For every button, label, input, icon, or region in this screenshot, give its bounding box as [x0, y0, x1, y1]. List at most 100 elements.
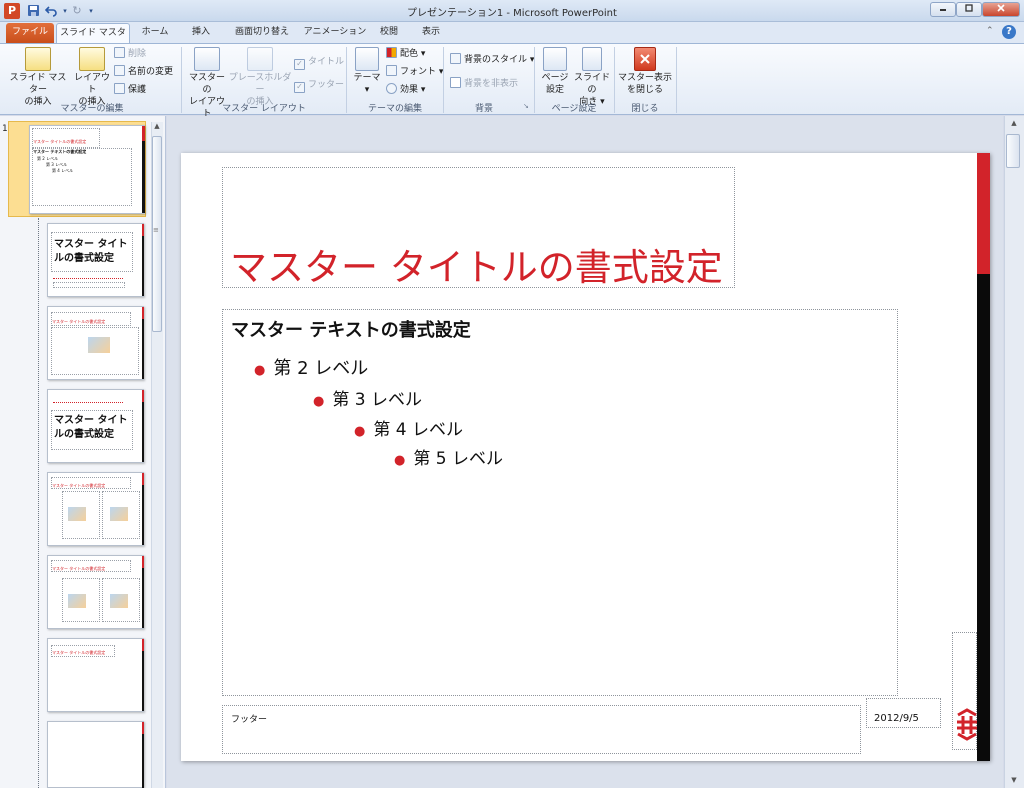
thumb-subtitle-placeholder [53, 282, 125, 288]
footer-placeholder[interactable] [222, 705, 861, 754]
thumb-title-text: マスター タイトルの書式設定 [54, 239, 128, 264]
thumb-title-placeholder [32, 128, 100, 148]
rename-icon [114, 65, 125, 76]
body-level-4[interactable]: ● 第 4 レベル [354, 415, 463, 440]
master-layout-icon [194, 47, 220, 71]
thumb-content-icons [68, 507, 86, 521]
body-level-3[interactable]: ● 第 3 レベル [313, 385, 422, 410]
slide-scrollbar[interactable] [1004, 116, 1024, 788]
body-level-5[interactable]: ● 第 5 レベル [394, 444, 503, 469]
tab-slide-master[interactable]: スライド マスター [56, 23, 130, 57]
thumb-black-bar [142, 734, 144, 788]
slide-black-accent-bar [977, 274, 990, 761]
group-label-page-setup: ページ設定 [551, 104, 597, 114]
scroll-up-arrow-icon[interactable]: ▲ [1007, 119, 1021, 127]
bullet-icon: ● [354, 424, 366, 439]
themes-button[interactable]: テーマ ▾ [350, 47, 384, 96]
thumb-subtitle-placeholder [53, 276, 123, 279]
tab-animations[interactable]: アニメーション [302, 23, 368, 43]
thumb-title-text: マスター タイトルの書式設定 [52, 483, 106, 488]
maximize-button[interactable] [956, 2, 982, 17]
slide-scrollbar-thumb[interactable] [1006, 134, 1020, 168]
thumb-black-bar [142, 319, 144, 379]
group-separator [614, 47, 615, 113]
background-styles-icon [450, 53, 461, 64]
preserve-button[interactable]: 保護 [114, 82, 146, 98]
thumbnail-comparison-layout[interactable]: マスター タイトルの書式設定 [47, 555, 144, 629]
thumb-black-bar [142, 651, 144, 711]
group-label-background: 背景 [474, 104, 493, 114]
group-separator [534, 47, 535, 113]
footer-text[interactable]: フッター [231, 712, 267, 725]
tab-file[interactable]: ファイル [6, 23, 54, 43]
thumbnail-title-only-layout[interactable]: マスター タイトルの書式設定 [47, 638, 144, 712]
colors-button[interactable]: 配色 ▾ [386, 46, 425, 62]
slide-number: 1 [2, 124, 8, 134]
tab-home[interactable]: ホーム [134, 23, 176, 43]
insert-placeholder-button[interactable]: プレースホルダー の挿入 [228, 47, 292, 108]
insert-layout-button[interactable]: レイアウト の挿入 [70, 47, 114, 108]
checkbox-checked-icon: ✓ [294, 59, 305, 70]
close-master-view-button[interactable]: マスター表示 を閉じる [616, 47, 674, 96]
title-checkbox[interactable]: ✓ タイトル [294, 54, 344, 70]
tab-review[interactable]: 校閲 [372, 23, 406, 43]
slide-red-accent-bar [977, 153, 990, 274]
collapse-ribbon-icon[interactable]: ⌃ [986, 26, 994, 36]
tab-insert[interactable]: 挿入 [180, 23, 222, 43]
body-level-2[interactable]: ● 第 2 レベル [254, 354, 368, 380]
background-styles-button[interactable]: 背景のスタイル ▾ [450, 52, 534, 68]
page-setup-button[interactable]: ページ 設定 [538, 47, 572, 96]
insert-slide-master-button[interactable]: スライド マスター の挿入 [8, 47, 68, 108]
thumbnail-title-layout[interactable]: マスター タイトルの書式設定 [47, 223, 144, 297]
thumbnail-two-content-layout[interactable]: マスター タイトルの書式設定 [47, 472, 144, 546]
hide-background-checkbox[interactable]: 背景を非表示 [450, 76, 518, 92]
slide-title-text[interactable]: マスター タイトルの書式設定 [230, 237, 723, 291]
group-label-master-edit: マスターの編集 [60, 104, 124, 114]
thumbnail-blank-layout[interactable] [47, 721, 144, 788]
scroll-up-arrow-icon[interactable]: ▲ [150, 122, 164, 130]
thumb-title-text: マスター タイトルの書式設定 [33, 139, 87, 144]
thumb-red-bar [142, 390, 144, 402]
thumbnail-scrollbar-thumb[interactable] [152, 136, 162, 332]
thumb-body-text: マスター テキストの書式設定 [33, 149, 87, 154]
colors-icon [386, 47, 397, 58]
slide-orientation-button[interactable]: スライドの 向き ▾ [572, 47, 612, 108]
fonts-icon [386, 65, 397, 76]
thumb-black-bar [142, 568, 144, 628]
rename-button[interactable]: 名前の変更 [114, 64, 173, 80]
checkbox-icon [450, 77, 461, 88]
group-label-edit-theme: テーマの編集 [367, 104, 422, 114]
help-icon[interactable]: ? [1002, 25, 1016, 39]
bullet-icon: ● [313, 394, 325, 409]
thumb-title-text: マスター タイトルの書式設定 [52, 319, 106, 324]
minimize-button[interactable] [930, 2, 956, 17]
thumb-red-bar [142, 126, 145, 141]
scroll-down-arrow-icon[interactable]: ▼ [1007, 776, 1021, 784]
thumb-title-text: マスター タイトルの書式設定 [54, 415, 128, 440]
date-text[interactable]: 2012/9/5 [874, 713, 919, 724]
themes-icon [355, 47, 379, 71]
thumbnail-section-header-layout[interactable]: マスター タイトルの書式設定 [47, 389, 144, 463]
thumb-text-placeholder [53, 400, 123, 403]
thumb-red-bar [142, 722, 144, 734]
layout-connector-line [38, 218, 39, 788]
dialog-launcher-icon[interactable]: ↘ [523, 102, 529, 110]
insert-placeholder-icon [247, 47, 273, 71]
thumb-content-icons [88, 337, 110, 353]
delete-button[interactable]: 削除 [114, 46, 146, 62]
thumb-title-text: マスター タイトルの書式設定 [52, 566, 106, 571]
checkbox-checked-icon: ✓ [294, 82, 305, 93]
thumbnail-title-content-layout[interactable]: マスター タイトルの書式設定 [47, 306, 144, 380]
body-level-1-text[interactable]: マスター テキストの書式設定 [231, 316, 471, 342]
thumbnail-slide-master[interactable]: マスター タイトルの書式設定 マスター テキストの書式設定 第 2 レベル 第 … [29, 125, 145, 214]
footer-checkbox[interactable]: ✓ フッター [294, 77, 344, 93]
tab-view[interactable]: 表示 [410, 23, 452, 43]
fonts-button[interactable]: フォント ▾ [386, 64, 443, 80]
group-separator [346, 47, 347, 113]
page-setup-icon [543, 47, 567, 71]
close-button[interactable] [982, 2, 1020, 17]
effects-icon [386, 83, 397, 94]
thumb-title-text: マスター タイトルの書式設定 [52, 650, 106, 655]
effects-button[interactable]: 効果 ▾ [386, 82, 425, 98]
tab-transitions[interactable]: 画面切り替え [226, 23, 298, 43]
